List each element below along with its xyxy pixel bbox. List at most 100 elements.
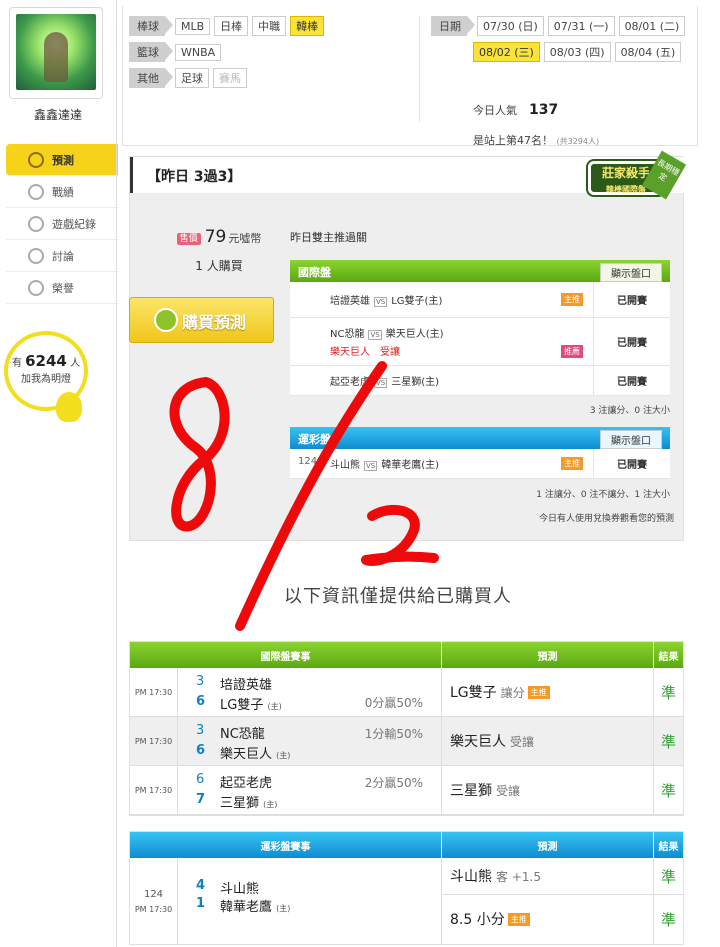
game-score: 3 NC恐龍 6 樂天巨人 (主) 1分輸50% [178, 717, 442, 765]
league-cpbl[interactable]: 中職 [252, 16, 287, 36]
table-row: 培證英雄 VS LG雙子(主) 主推 已開賽 [290, 282, 670, 318]
date-0801[interactable]: 08/01 (二) [618, 16, 686, 36]
pick: 三星獅 [450, 783, 492, 799]
team-away: 培證英雄 [220, 678, 273, 693]
nav-item-game-log[interactable]: 遊戲紀錄 [6, 208, 118, 240]
home-mark: (主) [263, 800, 278, 809]
nav-label: 戰績 [52, 185, 74, 199]
league-soccer[interactable]: 足球 [175, 68, 209, 88]
team-home-name: LG雙子 [220, 698, 264, 713]
date-0730[interactable]: 07/30 (日) [477, 16, 544, 36]
intl-note: 3 注讓分、0 注大小 [589, 406, 670, 416]
pick: 8.5 小分 [450, 912, 505, 928]
avatar[interactable] [16, 14, 96, 90]
table-row: PM 17:30 3 培證英雄 6 LG雙子 (主) 0分贏50% LG雙子 讓分 主推 準 [130, 668, 683, 717]
game-time: PM 17:30 [130, 668, 178, 716]
show-odds-button[interactable]: 顯示盤口 [600, 263, 662, 282]
nav-item-predict[interactable]: 預測 [6, 144, 118, 176]
info-text: 以下資訊僅提供給已購買人 [284, 586, 512, 607]
game-time: PM 17:30 [130, 717, 178, 765]
date-0731[interactable]: 07/31 (一) [547, 16, 615, 36]
col-result: 結果 [654, 642, 683, 668]
pick: 斗山熊 [450, 869, 492, 885]
match: NC恐龍 VS 樂天巨人(主) 樂天巨人 受讓 推薦 [290, 318, 594, 365]
league-npb[interactable]: 日棒 [214, 16, 249, 36]
pick-type: 讓分 [500, 685, 525, 700]
pick: 樂天巨人 [330, 347, 370, 358]
league-horse[interactable]: 賽馬 [213, 68, 247, 88]
nav-item-discuss[interactable]: 討論 [6, 240, 118, 272]
game-score: 6 起亞老虎 7 三星獅 (主) 2分贏50% [178, 766, 442, 814]
intl-header-label: 國際盤 [298, 266, 331, 279]
price-box: 售價 79 元噓幣 1 人購買 [154, 227, 284, 274]
intl-table-mini: 國際盤 顯示盤口 培證英雄 VS LG雙子(主) 主推 已開賽 NC恐龍 VS 樂天巨人(主)… [290, 260, 670, 396]
lottery-header: 運彩盤 顯示盤口 [290, 427, 670, 449]
result-group: 準 準 [654, 858, 683, 944]
badge: 莊家殺手 韓棒國際盤 長期穩定 [588, 150, 687, 201]
team-home-name: 三星獅 [220, 796, 260, 811]
status: 已開賽 [617, 377, 647, 388]
team-home: 韓華老鷹 (主) [220, 896, 290, 915]
filter-header: 棒球 MLB 日棒 中職 韓棒 籃球 WNBA 其他 足球 賽馬 日期 07/3… [122, 6, 698, 148]
fans-caption: 加我為明燈 [21, 374, 71, 385]
record-text: 【昨日 3過3】 [147, 169, 242, 185]
lightbulb-icon [56, 392, 82, 422]
game-time: 124 PM 17:30 [130, 858, 178, 944]
show-odds-button[interactable]: 顯示盤口 [600, 430, 662, 449]
game-score: 4 斗山熊 1 韓華老鷹 (主) [178, 858, 442, 944]
game-time-text: PM 17:30 [134, 904, 173, 914]
price-unit: 元噓幣 [228, 232, 262, 245]
col-match: 國際盤賽事 [130, 642, 442, 668]
home-team: 培證英雄 [330, 296, 370, 307]
intl-results-table: 國際盤賽事 預測 結果 PM 17:30 3 培證英雄 6 LG雙子 (主) 0分贏50% … [129, 641, 684, 816]
col-result: 結果 [654, 832, 683, 858]
result: 準 [660, 781, 676, 800]
status: 已開賽 [617, 338, 647, 349]
intl-header: 國際盤 顯示盤口 [290, 260, 670, 282]
spread-result: 2分贏50% [364, 776, 423, 790]
pick-type: 受讓 [380, 347, 400, 358]
table-row: PM 17:30 6 起亞老虎 7 三星獅 (主) 2分贏50% 三星獅 受讓 準 [130, 766, 683, 815]
sidebar: 鑫鑫達達 預測 戰績 遊戲紀錄 討論 榮譽 有 6244 人 加我為明燈 [0, 0, 118, 947]
spread-result: 1分輸50% [364, 727, 423, 741]
league-kbo[interactable]: 韓棒 [290, 16, 325, 36]
fans-unit: 人 [70, 358, 81, 369]
date-0802[interactable]: 08/02 (三) [473, 42, 540, 62]
lottery-table-mini: 運彩盤 顯示盤口 124 斗山熊 VS 韓華老鷹(主) 主推 已開賽 [290, 427, 670, 479]
avatar-frame[interactable] [9, 7, 103, 99]
game-number: 124 [298, 456, 318, 467]
spread-result: 0分贏50% [364, 696, 423, 710]
table-header: 運彩盤賽事 預測 結果 [130, 832, 683, 858]
nav-item-honor[interactable]: 榮譽 [6, 272, 118, 304]
score-home: 1 [196, 896, 206, 911]
table-row: NC恐龍 VS 樂天巨人(主) 樂天巨人 受讓 推薦 已開賽 [290, 318, 670, 366]
score-away: 3 [196, 723, 205, 738]
rank: 是站上第47名！ (共3294人) [473, 132, 599, 148]
nav-item-record[interactable]: 戰績 [6, 176, 118, 208]
edit-icon [28, 247, 44, 264]
main-pick-tag: 主推 [561, 293, 583, 306]
score-away: 6 [196, 772, 205, 787]
team-away: 起亞老虎 [220, 776, 273, 791]
header-divider [419, 16, 420, 122]
date-0803[interactable]: 08/03 (四) [543, 42, 611, 62]
pick-type: 客 +1.5 [496, 869, 541, 884]
nav-label: 討論 [52, 249, 74, 263]
fans-count: 6244 [25, 352, 67, 370]
pick-type: 受讓 [496, 783, 521, 798]
lottery-results-table: 運彩盤賽事 預測 結果 124 PM 17:30 4 斗山熊 1 韓華老鷹 (主) 斗山熊客… [129, 831, 684, 945]
buy-prediction-button[interactable]: 購買預測 [129, 297, 274, 343]
recommend-tag: 推薦 [561, 345, 583, 358]
divider [116, 0, 117, 947]
game-number: 124 [143, 888, 164, 900]
badge-title: 莊家殺手 [601, 166, 650, 180]
team-home: LG雙子 (主) [220, 694, 282, 713]
badge-sub: 韓棒國際盤 [606, 185, 646, 194]
table-row: PM 17:30 3 NC恐龍 6 樂天巨人 (主) 1分輸50% 樂天巨人 受讓 準 [130, 717, 683, 766]
home-mark: (主) [276, 751, 291, 760]
league-wnba[interactable]: WNBA [175, 43, 222, 61]
league-mlb[interactable]: MLB [175, 17, 211, 35]
prediction-group: 斗山熊客 +1.5 8.5 小分 主推 [442, 858, 654, 944]
away-team: 樂天巨人(主) [385, 329, 444, 340]
date-0804[interactable]: 08/04 (五) [614, 42, 682, 62]
